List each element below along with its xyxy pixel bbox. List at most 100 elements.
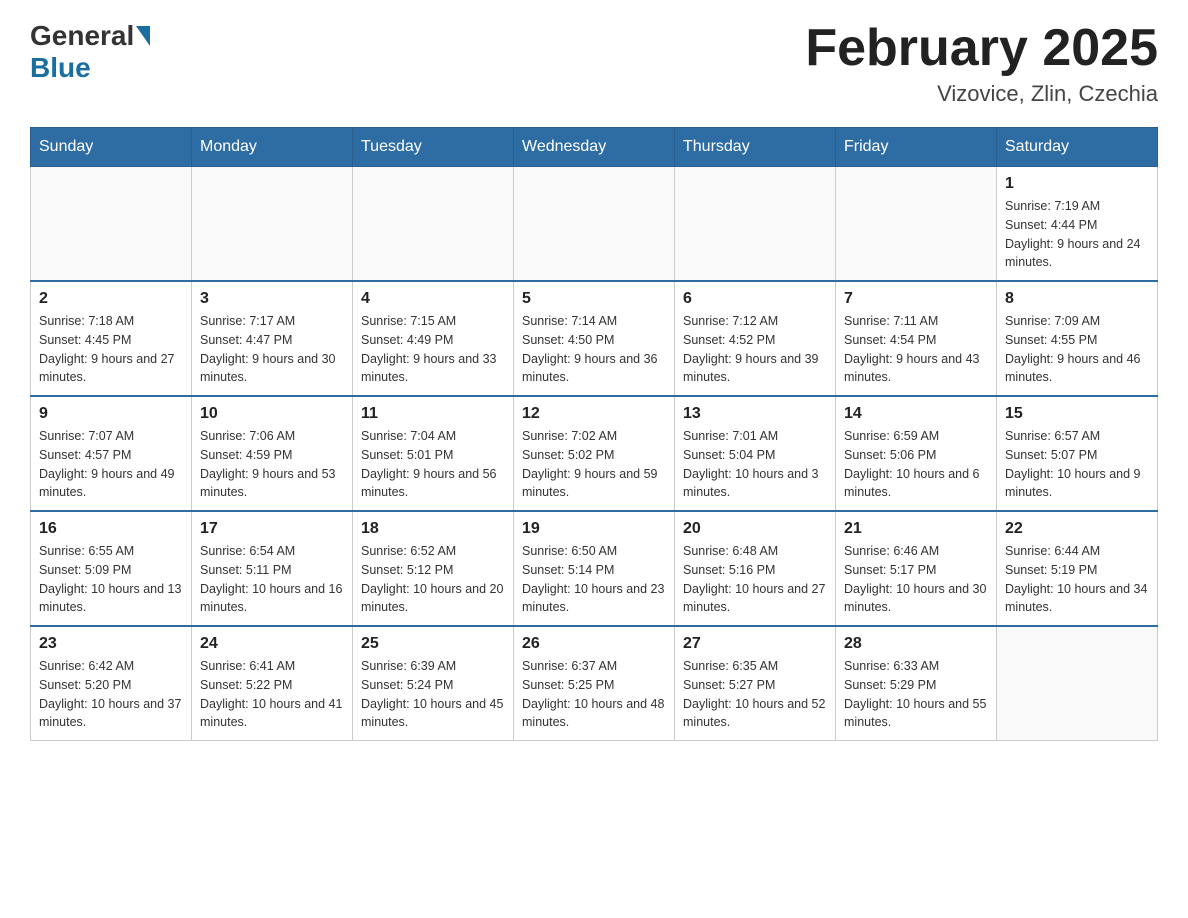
day-number: 9: [39, 405, 183, 423]
table-row: [997, 626, 1158, 741]
calendar-week-row: 1 Sunrise: 7:19 AMSunset: 4:44 PMDaylight…: [31, 167, 1158, 282]
table-row: 27 Sunrise: 6:35 AMSunset: 5:27 PMDayligh…: [675, 626, 836, 741]
table-row: 10 Sunrise: 7:06 AMSunset: 4:59 PMDayligh…: [192, 396, 353, 511]
day-info: Sunrise: 7:17 AMSunset: 4:47 PMDaylight:…: [200, 312, 344, 387]
day-info: Sunrise: 6:55 AMSunset: 5:09 PMDaylight:…: [39, 542, 183, 617]
calendar-week-row: 16 Sunrise: 6:55 AMSunset: 5:09 PMDayligh…: [31, 511, 1158, 626]
day-info: Sunrise: 6:39 AMSunset: 5:24 PMDaylight:…: [361, 657, 505, 732]
logo-general-text: General: [30, 20, 134, 52]
day-number: 28: [844, 635, 988, 653]
day-number: 11: [361, 405, 505, 423]
day-info: Sunrise: 7:19 AMSunset: 4:44 PMDaylight:…: [1005, 197, 1149, 272]
col-wednesday: Wednesday: [514, 128, 675, 167]
day-number: 6: [683, 290, 827, 308]
table-row: [675, 167, 836, 282]
col-saturday: Saturday: [997, 128, 1158, 167]
table-row: 26 Sunrise: 6:37 AMSunset: 5:25 PMDayligh…: [514, 626, 675, 741]
day-number: 21: [844, 520, 988, 538]
table-row: 4 Sunrise: 7:15 AMSunset: 4:49 PMDaylight…: [353, 281, 514, 396]
day-number: 13: [683, 405, 827, 423]
day-info: Sunrise: 6:42 AMSunset: 5:20 PMDaylight:…: [39, 657, 183, 732]
day-info: Sunrise: 6:59 AMSunset: 5:06 PMDaylight:…: [844, 427, 988, 502]
day-info: Sunrise: 7:07 AMSunset: 4:57 PMDaylight:…: [39, 427, 183, 502]
day-number: 16: [39, 520, 183, 538]
day-number: 15: [1005, 405, 1149, 423]
table-row: 25 Sunrise: 6:39 AMSunset: 5:24 PMDayligh…: [353, 626, 514, 741]
logo-blue-text: Blue: [30, 52, 91, 83]
table-row: 2 Sunrise: 7:18 AMSunset: 4:45 PMDaylight…: [31, 281, 192, 396]
logo-arrow-icon: [136, 26, 150, 46]
table-row: [836, 167, 997, 282]
table-row: 28 Sunrise: 6:33 AMSunset: 5:29 PMDayligh…: [836, 626, 997, 741]
day-number: 22: [1005, 520, 1149, 538]
calendar-week-row: 9 Sunrise: 7:07 AMSunset: 4:57 PMDaylight…: [31, 396, 1158, 511]
day-info: Sunrise: 7:01 AMSunset: 5:04 PMDaylight:…: [683, 427, 827, 502]
table-row: 9 Sunrise: 7:07 AMSunset: 4:57 PMDaylight…: [31, 396, 192, 511]
day-info: Sunrise: 6:54 AMSunset: 5:11 PMDaylight:…: [200, 542, 344, 617]
day-info: Sunrise: 6:57 AMSunset: 5:07 PMDaylight:…: [1005, 427, 1149, 502]
day-number: 19: [522, 520, 666, 538]
table-row: 20Sunrise: 6:48 AMSunset: 5:16 PMDayligh…: [675, 511, 836, 626]
col-tuesday: Tuesday: [353, 128, 514, 167]
col-friday: Friday: [836, 128, 997, 167]
table-row: 5 Sunrise: 7:14 AMSunset: 4:50 PMDaylight…: [514, 281, 675, 396]
calendar-header-row: Sunday Monday Tuesday Wednesday Thursday…: [31, 128, 1158, 167]
day-number: 7: [844, 290, 988, 308]
calendar-subtitle: Vizovice, Zlin, Czechia: [805, 81, 1158, 107]
day-number: 18: [361, 520, 505, 538]
day-info: Sunrise: 7:18 AMSunset: 4:45 PMDaylight:…: [39, 312, 183, 387]
day-number: 2: [39, 290, 183, 308]
day-number: 26: [522, 635, 666, 653]
table-row: 13 Sunrise: 7:01 AMSunset: 5:04 PMDayligh…: [675, 396, 836, 511]
day-number: 27: [683, 635, 827, 653]
logo: General Blue: [30, 20, 152, 84]
day-info: Sunrise: 7:11 AMSunset: 4:54 PMDaylight:…: [844, 312, 988, 387]
table-row: 22Sunrise: 6:44 AMSunset: 5:19 PMDayligh…: [997, 511, 1158, 626]
day-info: Sunrise: 6:46 AMSunset: 5:17 PMDaylight:…: [844, 542, 988, 617]
table-row: [31, 167, 192, 282]
day-info: Sunrise: 6:33 AMSunset: 5:29 PMDaylight:…: [844, 657, 988, 732]
day-number: 8: [1005, 290, 1149, 308]
day-info: Sunrise: 6:50 AMSunset: 5:14 PMDaylight:…: [522, 542, 666, 617]
day-number: 17: [200, 520, 344, 538]
table-row: 11Sunrise: 7:04 AMSunset: 5:01 PMDayligh…: [353, 396, 514, 511]
table-row: 12 Sunrise: 7:02 AMSunset: 5:02 PMDayligh…: [514, 396, 675, 511]
table-row: 24Sunrise: 6:41 AMSunset: 5:22 PMDayligh…: [192, 626, 353, 741]
day-number: 20: [683, 520, 827, 538]
day-info: Sunrise: 6:35 AMSunset: 5:27 PMDaylight:…: [683, 657, 827, 732]
day-number: 5: [522, 290, 666, 308]
table-row: 16 Sunrise: 6:55 AMSunset: 5:09 PMDayligh…: [31, 511, 192, 626]
day-number: 1: [1005, 175, 1149, 193]
day-info: Sunrise: 7:06 AMSunset: 4:59 PMDaylight:…: [200, 427, 344, 502]
day-number: 10: [200, 405, 344, 423]
title-section: February 2025 Vizovice, Zlin, Czechia: [805, 20, 1158, 107]
table-row: 23 Sunrise: 6:42 AMSunset: 5:20 PMDayligh…: [31, 626, 192, 741]
calendar-title: February 2025: [805, 20, 1158, 77]
day-number: 12: [522, 405, 666, 423]
calendar-week-row: 2 Sunrise: 7:18 AMSunset: 4:45 PMDaylight…: [31, 281, 1158, 396]
table-row: 15 Sunrise: 6:57 AMSunset: 5:07 PMDayligh…: [997, 396, 1158, 511]
day-info: Sunrise: 6:37 AMSunset: 5:25 PMDaylight:…: [522, 657, 666, 732]
day-number: 3: [200, 290, 344, 308]
col-monday: Monday: [192, 128, 353, 167]
day-info: Sunrise: 6:41 AMSunset: 5:22 PMDaylight:…: [200, 657, 344, 732]
day-info: Sunrise: 7:02 AMSunset: 5:02 PMDaylight:…: [522, 427, 666, 502]
table-row: 3 Sunrise: 7:17 AMSunset: 4:47 PMDaylight…: [192, 281, 353, 396]
table-row: 1 Sunrise: 7:19 AMSunset: 4:44 PMDaylight…: [997, 167, 1158, 282]
day-number: 23: [39, 635, 183, 653]
table-row: 21 Sunrise: 6:46 AMSunset: 5:17 PMDayligh…: [836, 511, 997, 626]
day-info: Sunrise: 7:14 AMSunset: 4:50 PMDaylight:…: [522, 312, 666, 387]
table-row: [514, 167, 675, 282]
col-thursday: Thursday: [675, 128, 836, 167]
day-info: Sunrise: 6:52 AMSunset: 5:12 PMDaylight:…: [361, 542, 505, 617]
col-sunday: Sunday: [31, 128, 192, 167]
day-number: 14: [844, 405, 988, 423]
day-info: Sunrise: 7:09 AMSunset: 4:55 PMDaylight:…: [1005, 312, 1149, 387]
table-row: [353, 167, 514, 282]
table-row: [192, 167, 353, 282]
day-number: 25: [361, 635, 505, 653]
calendar-week-row: 23 Sunrise: 6:42 AMSunset: 5:20 PMDayligh…: [31, 626, 1158, 741]
day-number: 4: [361, 290, 505, 308]
table-row: 19 Sunrise: 6:50 AMSunset: 5:14 PMDayligh…: [514, 511, 675, 626]
day-info: Sunrise: 7:15 AMSunset: 4:49 PMDaylight:…: [361, 312, 505, 387]
